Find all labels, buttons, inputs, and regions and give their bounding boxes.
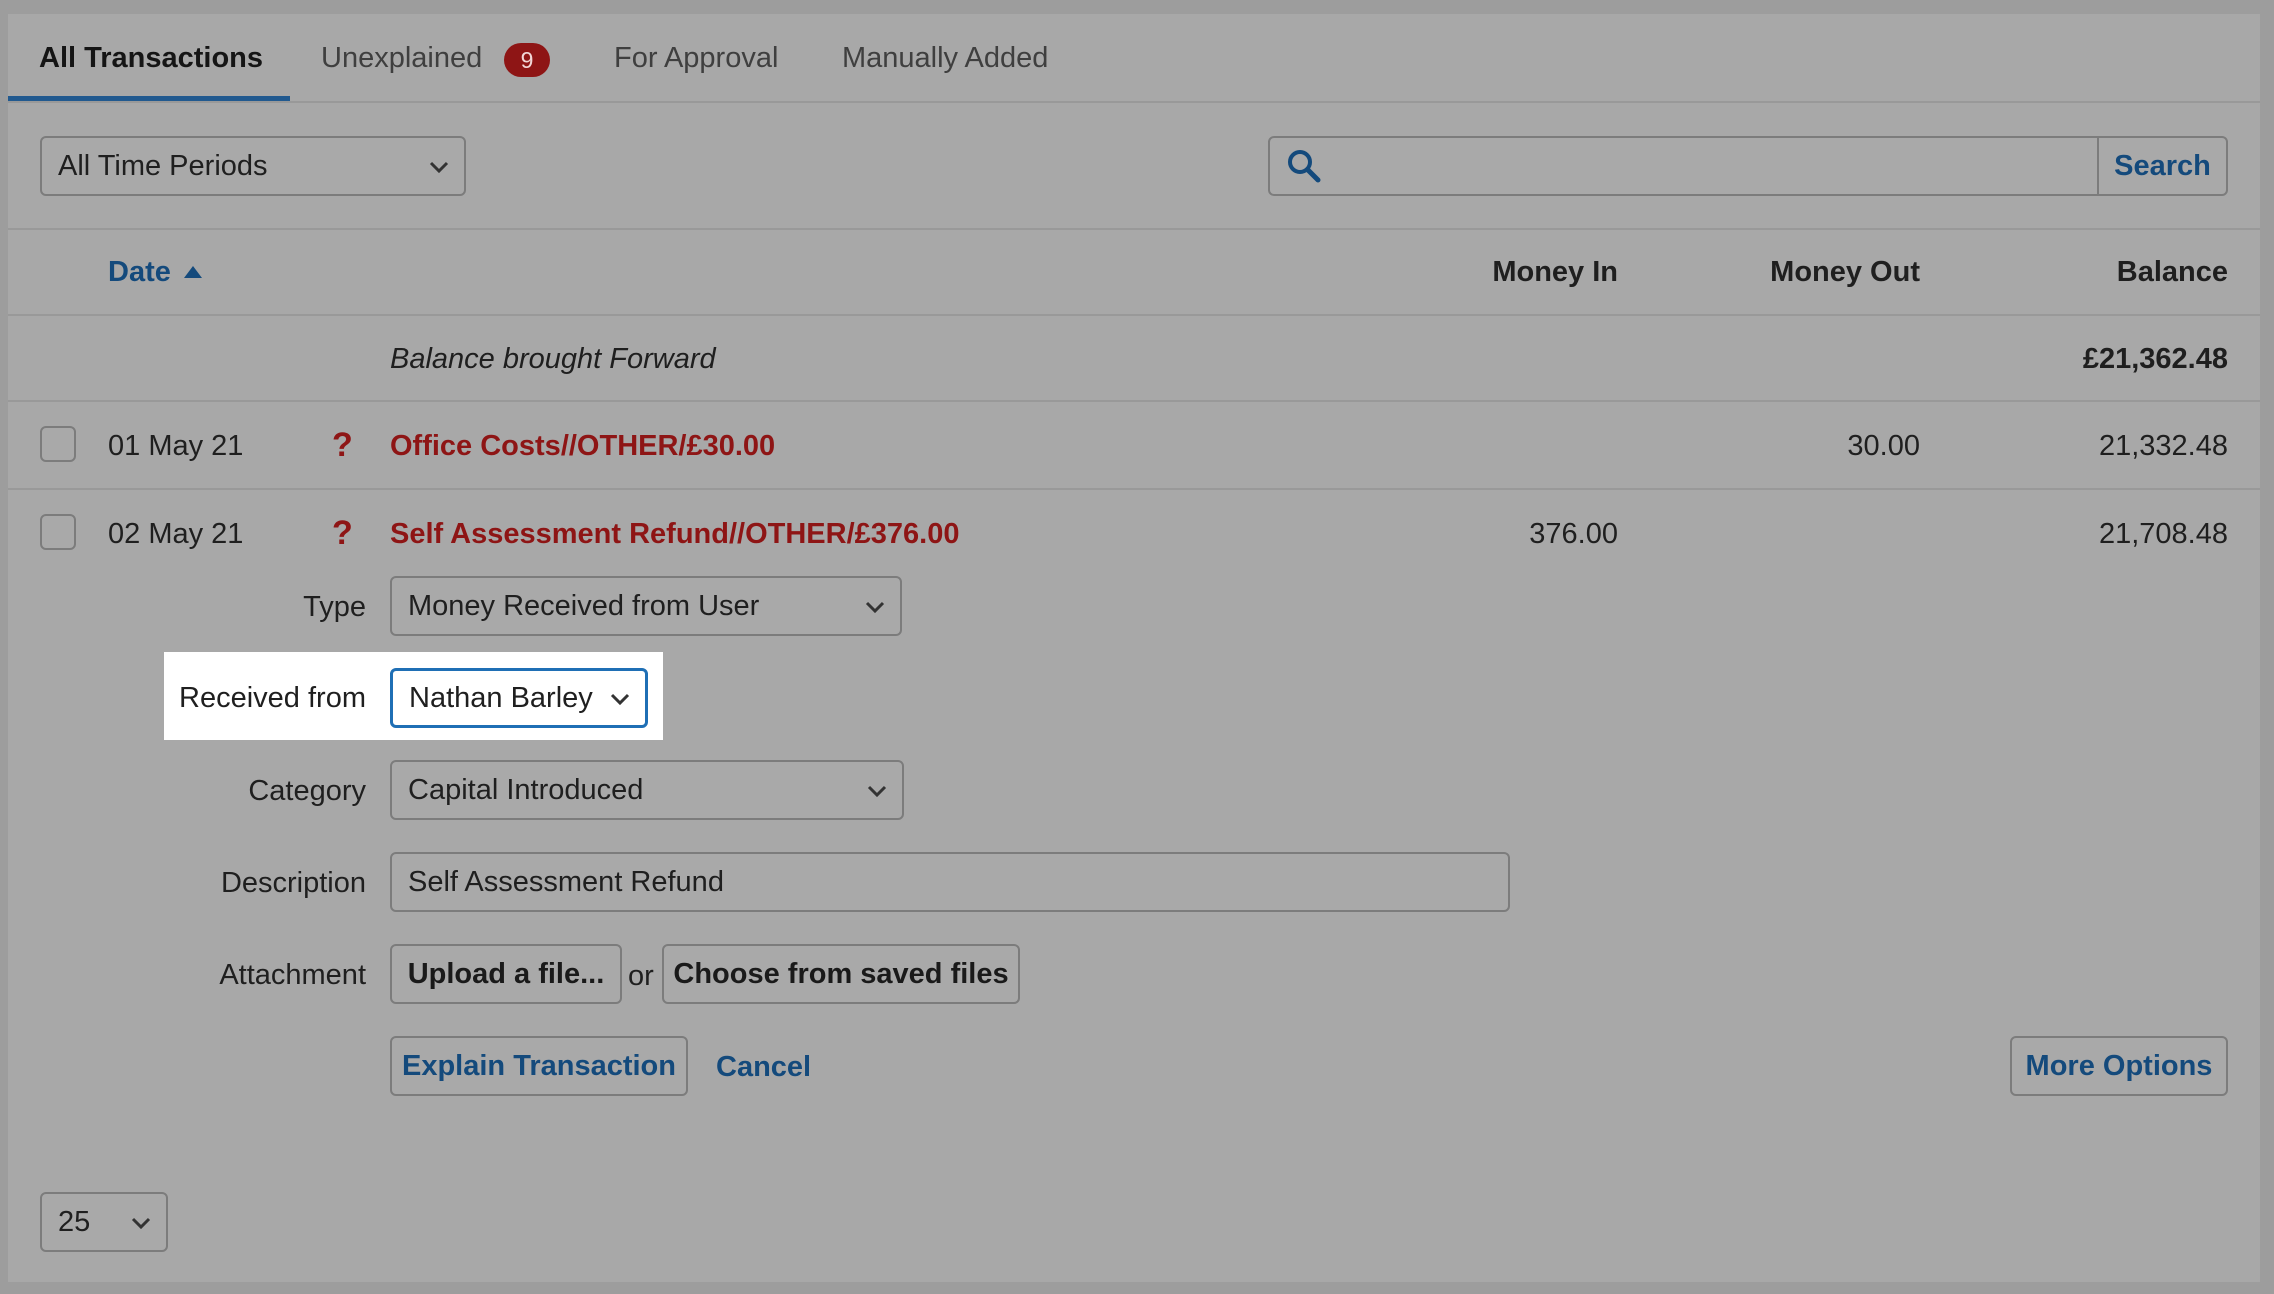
chevron-down-icon bbox=[131, 1217, 151, 1230]
money-in-value: 376.00 bbox=[1529, 518, 1618, 550]
chevron-down-icon bbox=[865, 601, 885, 614]
tab-for-approval[interactable]: For Approval bbox=[614, 42, 778, 75]
balance-forward-label: Balance brought Forward bbox=[390, 343, 716, 375]
more-options-button[interactable]: More Options bbox=[2010, 1036, 2228, 1096]
transaction-description-link[interactable]: Office Costs//OTHER/£30.00 bbox=[390, 430, 775, 463]
tab-all-transactions[interactable]: All Transactions bbox=[39, 42, 263, 75]
chevron-down-icon bbox=[610, 693, 630, 706]
balance-value: 21,332.48 bbox=[2098, 430, 2228, 462]
money-out-header: Money Out bbox=[1770, 256, 1920, 288]
upload-file-button[interactable]: Upload a file... bbox=[390, 944, 622, 1004]
transactions-panel bbox=[8, 14, 2260, 1282]
row-checkbox[interactable] bbox=[40, 514, 76, 550]
type-select[interactable]: Money Received from User bbox=[390, 576, 902, 636]
header-divider bbox=[8, 314, 2260, 316]
chevron-down-icon bbox=[429, 161, 449, 174]
transaction-description-link[interactable]: Self Assessment Refund//OTHER/£376.00 bbox=[390, 518, 959, 551]
attachment-label: Attachment bbox=[219, 959, 366, 991]
or-separator: or bbox=[628, 960, 654, 992]
row-divider bbox=[8, 488, 2260, 490]
transaction-date: 02 May 21 bbox=[108, 518, 244, 550]
explain-transaction-button[interactable]: Explain Transaction bbox=[390, 1036, 688, 1096]
chevron-down-icon bbox=[867, 785, 887, 798]
search-button[interactable]: Search bbox=[2097, 136, 2228, 196]
tabs-divider bbox=[8, 101, 2260, 103]
balance-value: 21,708.48 bbox=[2098, 518, 2228, 550]
unexplained-count-badge: 9 bbox=[504, 43, 550, 77]
search-input[interactable] bbox=[1268, 136, 2100, 196]
page-size-value: 25 bbox=[58, 1206, 91, 1238]
description-value: Self Assessment Refund bbox=[408, 866, 724, 898]
balance-header: Balance bbox=[2116, 256, 2228, 288]
unexplained-question-icon: ? bbox=[332, 426, 353, 464]
balance-forward-amount: £21,362.48 bbox=[2082, 343, 2228, 375]
row-checkbox[interactable] bbox=[40, 426, 76, 462]
search-icon bbox=[1288, 150, 1321, 183]
time-period-value: All Time Periods bbox=[58, 150, 268, 182]
date-column-header[interactable]: Date bbox=[108, 256, 203, 289]
type-value: Money Received from User bbox=[408, 590, 760, 622]
page-size-select[interactable]: 25 bbox=[40, 1192, 168, 1252]
unexplained-question-icon: ? bbox=[332, 514, 353, 552]
transaction-date: 01 May 21 bbox=[108, 430, 244, 462]
type-label: Type bbox=[303, 591, 366, 623]
category-value: Capital Introduced bbox=[408, 774, 644, 806]
money-out-value: 30.00 bbox=[1847, 430, 1920, 462]
tab-manually-added[interactable]: Manually Added bbox=[842, 42, 1048, 75]
tab-unexplained[interactable]: Unexplained bbox=[321, 42, 482, 75]
category-label: Category bbox=[248, 775, 366, 807]
sort-ascending-icon bbox=[183, 266, 202, 278]
description-label: Description bbox=[220, 867, 366, 899]
filters-divider bbox=[8, 228, 2260, 230]
received-from-select[interactable]: Nathan Barley bbox=[390, 668, 648, 728]
category-select[interactable]: Capital Introduced bbox=[390, 760, 904, 820]
money-in-header: Money In bbox=[1492, 256, 1618, 288]
choose-saved-files-button[interactable]: Choose from saved files bbox=[662, 944, 1020, 1004]
received-from-value: Nathan Barley bbox=[409, 682, 593, 714]
received-from-label: Received from bbox=[179, 682, 366, 714]
time-period-select[interactable]: All Time Periods bbox=[40, 136, 466, 196]
description-input[interactable]: Self Assessment Refund bbox=[390, 852, 1510, 912]
cancel-link[interactable]: Cancel bbox=[716, 1051, 811, 1084]
row-divider bbox=[8, 400, 2260, 402]
